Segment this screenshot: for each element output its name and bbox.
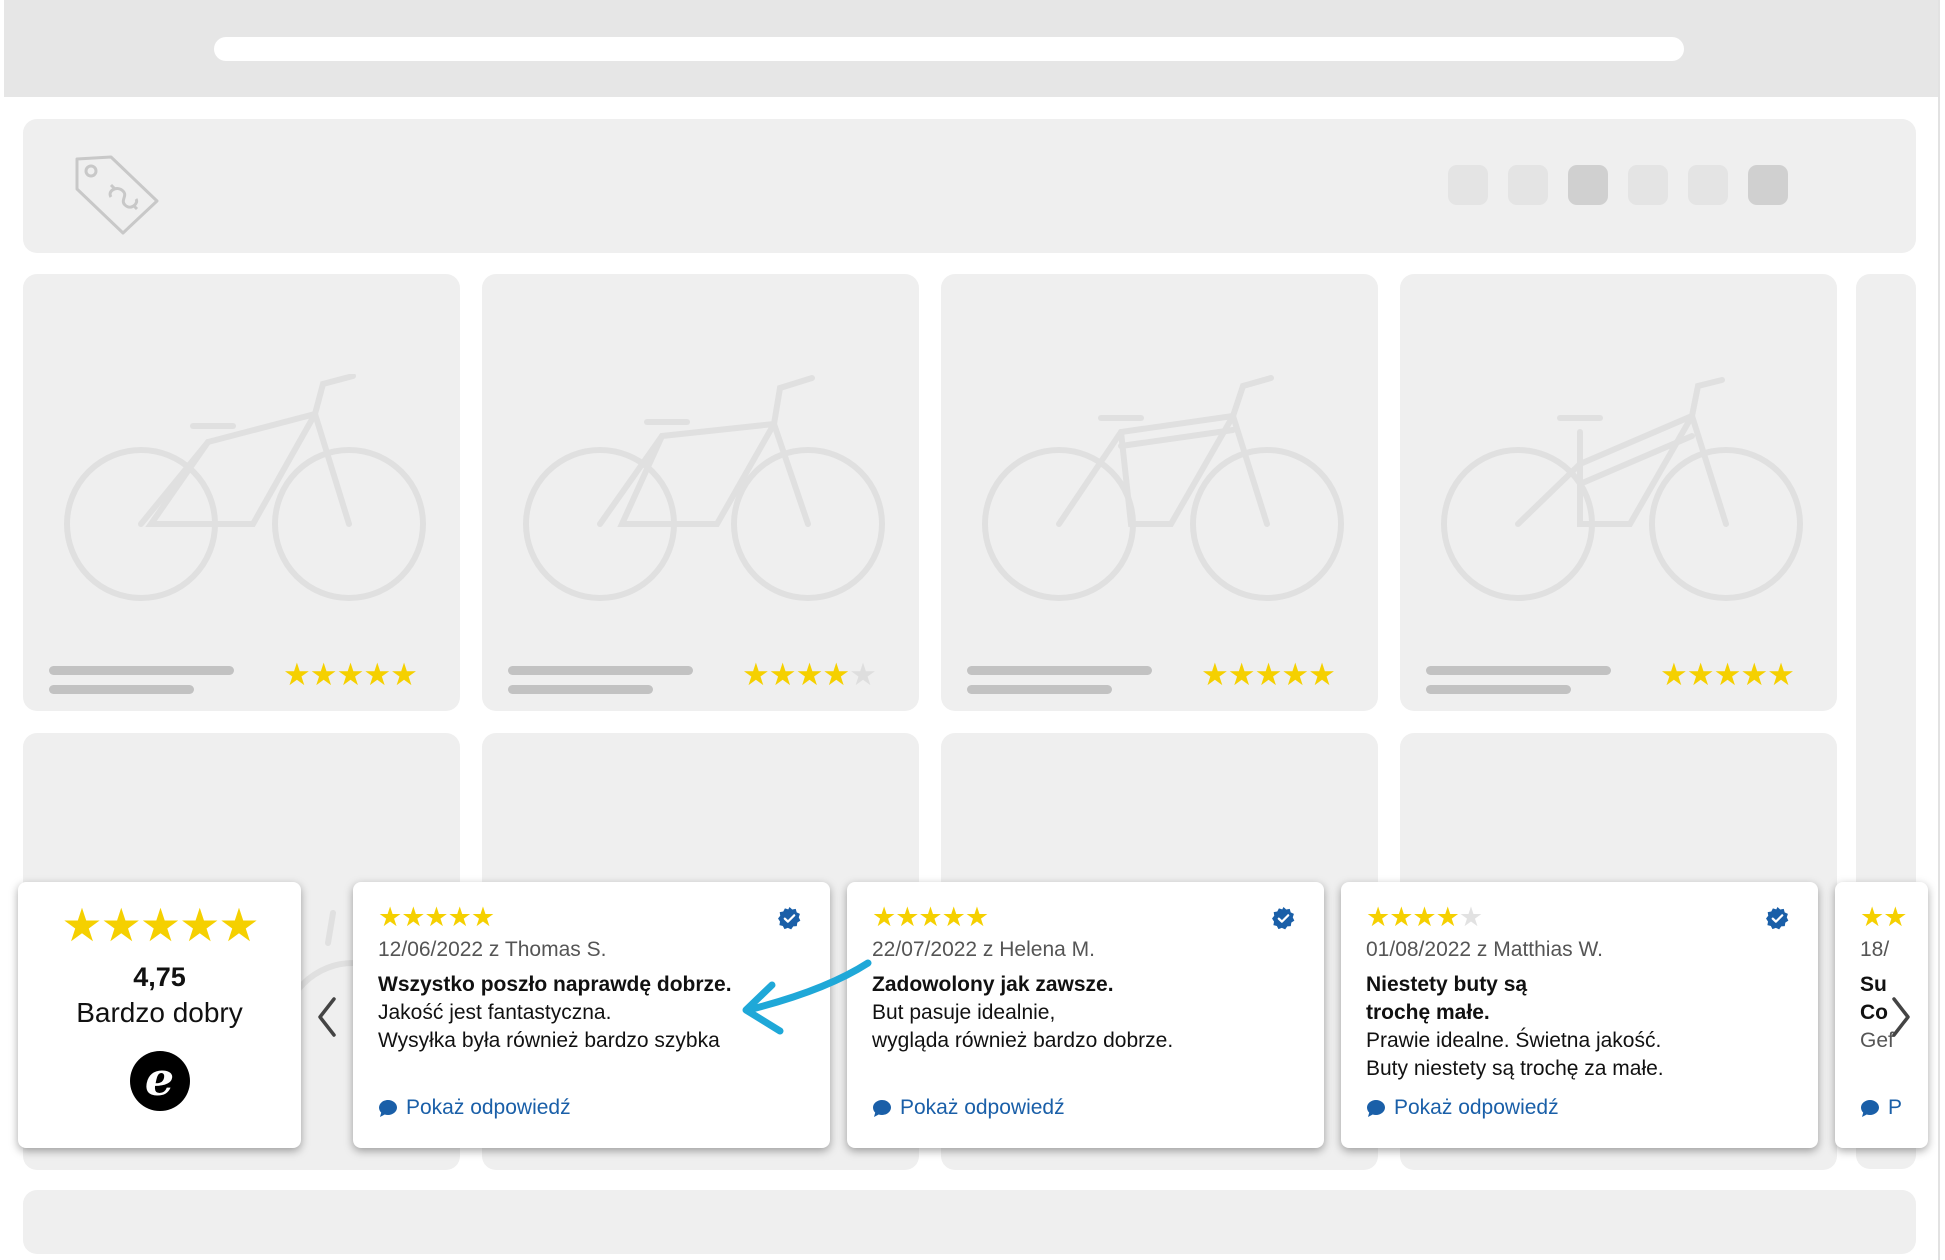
product-price-placeholder: [967, 685, 1112, 694]
review-meta: 18/: [1860, 938, 1890, 961]
bicycle-icon: [982, 375, 1344, 601]
stars-filled: ★★★★: [1366, 902, 1460, 932]
product-title-placeholder: [1426, 666, 1611, 675]
review-title-line: trochę małe.: [1366, 1001, 1490, 1024]
review-body-line: Jakość jest fantastyczna.: [378, 1001, 612, 1024]
review-body-line: Wysyłka była również bardzo szybka: [378, 1029, 720, 1052]
review-meta: 22/07/2022 z Helena M.: [872, 938, 1095, 961]
review-meta: 12/06/2022 z Thomas S.: [378, 938, 607, 961]
summary-label: Bardzo dobry: [76, 997, 243, 1028]
window-edge: [1938, 0, 1940, 1260]
review-body-line: But pasuje idealnie,: [872, 1001, 1056, 1024]
show-reply-link[interactable]: P: [1860, 1096, 1902, 1120]
rating-summary[interactable]: ★★★★★ 4,75 Bardzo dobry e: [18, 882, 301, 1148]
review-stars: ★★★★★: [1366, 902, 1483, 932]
chat-bubble-icon: [379, 1099, 397, 1117]
product-rating-stars: ★★★★★: [742, 657, 877, 692]
chevron-left-icon[interactable]: [310, 987, 344, 1047]
show-reply-link[interactable]: Pokaż odpowiedź: [378, 1096, 571, 1120]
review-title: Niestety buty są trochę małe.: [1366, 971, 1527, 1027]
chat-bubble-icon: [1861, 1099, 1879, 1117]
review-card[interactable]: ★★★★★ 01/08/2022 z Matthias W. Niestety …: [1341, 882, 1818, 1148]
review-body-line: Buty niestety są trochę za małe.: [1366, 1057, 1664, 1080]
dot[interactable]: [1688, 165, 1728, 205]
review-body: Prawie idealne. Świetna jakość. Buty nie…: [1366, 1027, 1664, 1083]
review-body: But pasuje idealnie, wygląda również bar…: [872, 999, 1173, 1055]
price-tag-icon: [75, 155, 159, 235]
chevron-right-icon[interactable]: [1884, 987, 1918, 1047]
product-rating-stars: ★★★★★: [283, 657, 418, 692]
review-body-line: wygląda również bardzo dobrze.: [872, 1029, 1174, 1052]
trusted-shops-logo: e: [129, 1051, 190, 1111]
verified-badge-icon: [1766, 907, 1789, 930]
show-reply-label: Pokaż odpowiedź: [1394, 1096, 1559, 1119]
review-title-line: Wszystko poszło naprawdę dobrze.: [378, 973, 732, 996]
product-title-placeholder: [967, 666, 1152, 675]
review-title: Zadowolony jak zawsze.: [872, 971, 1114, 999]
review-carousel: ★★★★★ 4,75 Bardzo dobry e ★★★★★ 12/06/20…: [18, 882, 1928, 1152]
summary-score: 4,75: [133, 962, 186, 992]
carousel-dots: [1448, 165, 1788, 205]
review-stars: ★★★★★: [872, 902, 989, 932]
show-reply-link[interactable]: Pokaż odpowiedź: [872, 1096, 1065, 1120]
product-card[interactable]: ★★★★★: [941, 274, 1378, 711]
chat-bubble-icon: [873, 1099, 891, 1117]
dot[interactable]: [1748, 165, 1788, 205]
review-stars: ★★: [1860, 902, 1907, 932]
review-title: Wszystko poszło naprawdę dobrze.: [378, 971, 732, 999]
dot[interactable]: [1628, 165, 1668, 205]
stars-empty: ★: [1458, 902, 1483, 932]
bicycle-icon: [1441, 377, 1803, 601]
bicycle-icon: [523, 375, 885, 601]
show-reply-label: P: [1888, 1096, 1903, 1119]
address-bar[interactable]: [214, 37, 1684, 61]
product-rating-stars: ★★★★★: [1660, 657, 1795, 692]
show-reply-label: Pokaż odpowiedź: [406, 1096, 571, 1119]
product-price-placeholder: [49, 685, 194, 694]
product-card[interactable]: ★★★★★: [23, 274, 460, 711]
verified-badge-icon: [778, 907, 801, 930]
product-title-placeholder: [508, 666, 693, 675]
verified-badge-icon: [1272, 907, 1295, 930]
review-meta: 01/08/2022 z Matthias W.: [1366, 938, 1603, 961]
browser-toolbar: [4, 0, 1938, 97]
bicycle-icon: [64, 374, 426, 601]
show-reply-label: Pokaż odpowiedź: [900, 1096, 1065, 1119]
product-title-placeholder: [49, 666, 234, 675]
review-card[interactable]: ★★★★★ 22/07/2022 z Helena M. Zadowolony …: [847, 882, 1324, 1148]
annotation-arrow-icon: [742, 959, 872, 1035]
product-price-placeholder: [1426, 685, 1571, 694]
product-rating-stars: ★★★★★: [1201, 657, 1336, 692]
review-title-line: Niestety buty są: [1366, 973, 1528, 996]
review-stars: ★★★★★: [378, 902, 495, 932]
review-body: Jakość jest fantastyczna. Wysyłka była r…: [378, 999, 720, 1055]
show-reply-link[interactable]: Pokaż odpowiedź: [1366, 1096, 1559, 1120]
chat-bubble-icon: [1367, 1099, 1385, 1117]
product-price-placeholder: [508, 685, 653, 694]
review-title-line: Zadowolony jak zawsze.: [872, 973, 1114, 996]
review-body-line: Prawie idealne. Świetna jakość.: [1366, 1029, 1662, 1052]
product-card[interactable]: ★★★★★: [482, 274, 919, 711]
product-card[interactable]: ★★★★★: [1400, 274, 1837, 711]
site-footer: [23, 1190, 1916, 1254]
dot-active[interactable]: [1568, 165, 1608, 205]
dot[interactable]: [1508, 165, 1548, 205]
summary-stars: ★★★★★: [61, 899, 259, 951]
dot[interactable]: [1448, 165, 1488, 205]
site-header: [23, 119, 1916, 253]
